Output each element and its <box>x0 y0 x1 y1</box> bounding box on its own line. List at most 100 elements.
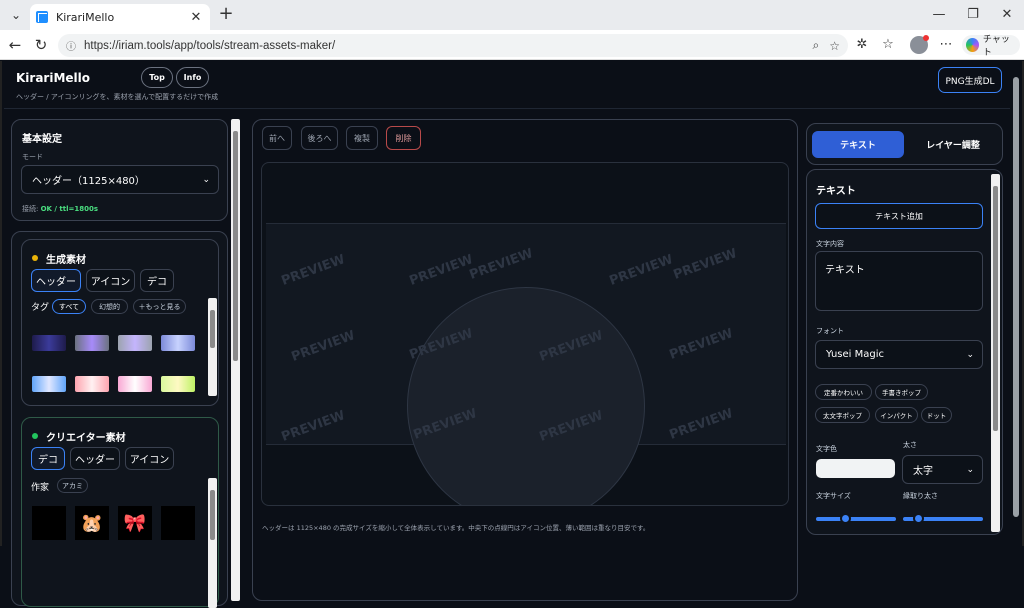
png-download-button[interactable]: PNG生成DL <box>938 67 1002 93</box>
close-tab-icon[interactable]: ✕ <box>188 10 204 25</box>
basic-settings-panel: 基本設定 モード ヘッダー（1125×480） ⌄ 接続: OK / ttl=1… <box>11 119 228 221</box>
tag-all[interactable]: すべて <box>52 299 86 314</box>
assets-panel: 生成素材 ヘッダー アイコン デコ タグ すべて 幻想的 ＋もっと見る クリエイ… <box>11 231 228 608</box>
generated-title: 生成素材 <box>46 255 86 266</box>
creator-scrollbar[interactable] <box>208 478 217 608</box>
right-tab-bar: テキスト レイヤー調整 <box>806 123 1003 165</box>
connection-status: 接続: OK / ttl=1800s <box>22 204 98 214</box>
restore-icon[interactable]: ❐ <box>956 0 990 30</box>
status-value: OK / ttl=1800s <box>40 205 99 213</box>
font-size-slider[interactable] <box>816 513 896 524</box>
tab-title: KirariMello <box>56 10 115 24</box>
tab-actions-menu-icon[interactable]: ⌄ <box>5 4 27 26</box>
creator-dot-icon <box>32 433 38 439</box>
creator-tab-header[interactable]: ヘッダー <box>70 447 120 470</box>
app-subtitle: ヘッダー / アイコンリングを、素材を選んで配置するだけで作成 <box>16 93 219 101</box>
creator-tab-deco[interactable]: デコ <box>31 447 65 470</box>
tab-text[interactable]: テキスト <box>812 131 904 158</box>
stroke-slider-thumb[interactable] <box>913 513 925 524</box>
stroke-slider[interactable] <box>903 513 983 524</box>
site-favicon-icon <box>36 11 48 23</box>
mode-select[interactable]: ヘッダー（1125×480） ⌄ <box>21 165 219 194</box>
editor-panel: 前へ 後ろへ 複製 削除 PREVIEW PREVIEW PREVIEW PRE… <box>252 119 798 601</box>
text-panel-scrollbar[interactable] <box>991 174 1000 532</box>
browser-window: ⌄ KirariMello ✕ + — ❐ ✕ ← ↻ ⓘ https://ir… <box>0 0 1024 608</box>
asset-thumb[interactable] <box>32 376 66 392</box>
favorites-icon[interactable]: ☆ <box>878 35 898 55</box>
browser-tab[interactable]: KirariMello ✕ <box>30 4 210 30</box>
nav-info-button[interactable]: Info <box>176 67 209 88</box>
address-bar[interactable]: ⓘ https://iriam.tools/app/tools/stream-a… <box>58 34 848 57</box>
new-tab-button[interactable]: + <box>216 3 236 25</box>
status-prefix: 接続: <box>22 205 39 213</box>
asset-thumb[interactable] <box>75 335 109 351</box>
deco-cloud-icon[interactable]: ☁ <box>161 506 195 540</box>
add-text-button[interactable]: テキスト追加 <box>815 203 983 229</box>
chevron-down-icon: ⌄ <box>966 349 974 360</box>
back-icon[interactable]: ← <box>5 35 25 55</box>
author-label: 作家 <box>31 483 50 493</box>
generated-tab-header[interactable]: ヘッダー <box>31 269 81 292</box>
close-window-icon[interactable]: ✕ <box>990 0 1024 30</box>
mode-select-value: ヘッダー（1125×480） <box>32 176 145 187</box>
tab-layer-adjust[interactable]: レイヤー調整 <box>907 131 999 158</box>
nav-top-button[interactable]: Top <box>141 67 173 88</box>
text-content-input[interactable]: テキスト <box>815 251 983 311</box>
creator-title: クリエイター素材 <box>46 433 126 444</box>
text-color-swatch[interactable] <box>816 459 895 478</box>
move-backward-button[interactable]: 後ろへ <box>301 126 338 150</box>
font-select[interactable]: Yusei Magic ⌄ <box>815 340 983 369</box>
font-size-slider-thumb[interactable] <box>840 513 852 524</box>
font-select-value: Yusei Magic <box>826 349 884 360</box>
url-text[interactable]: https://iriam.tools/app/tools/stream-ass… <box>84 40 803 52</box>
asset-thumb[interactable] <box>161 335 195 351</box>
font-preset-dot[interactable]: ドット <box>921 407 952 423</box>
asset-thumb[interactable] <box>161 376 195 392</box>
delete-button[interactable]: 削除 <box>386 126 421 150</box>
font-label: フォント <box>816 327 844 335</box>
font-preset-cute[interactable]: 定番かわいい <box>815 384 872 400</box>
asset-thumb[interactable] <box>118 376 152 392</box>
generated-tab-deco[interactable]: デコ <box>140 269 174 292</box>
generated-scrollbar[interactable] <box>208 298 217 396</box>
preview-canvas[interactable]: PREVIEW PREVIEW PREVIEW PREVIEW PREVIEW … <box>261 162 789 506</box>
text-color-label: 文字色 <box>816 445 837 453</box>
more-menu-icon[interactable]: ⋯ <box>936 35 956 55</box>
profile-avatar[interactable] <box>910 35 929 54</box>
minimize-icon[interactable]: — <box>922 0 956 30</box>
asset-thumb[interactable] <box>75 376 109 392</box>
page-scrollbar[interactable] <box>1010 61 1022 546</box>
tag-label: タグ <box>31 303 50 313</box>
generated-tab-icon[interactable]: アイコン <box>86 269 135 292</box>
deco-gift-icon[interactable]: 🎀 <box>118 506 152 540</box>
font-preset-bold-pop[interactable]: 太文字ポップ <box>815 407 870 423</box>
tag-fantasy[interactable]: 幻想的 <box>91 299 128 314</box>
site-info-icon[interactable]: ⓘ <box>66 38 76 53</box>
favorite-star-icon[interactable]: ☆ <box>829 39 840 53</box>
weight-select[interactable]: 太字 ⌄ <box>902 455 983 484</box>
creator-tab-icon[interactable]: アイコン <box>125 447 174 470</box>
preview-caption: ヘッダーは 1125×480 の完成サイズを縮小して全体表示しています。中央下の… <box>262 524 650 532</box>
creator-assets-card: クリエイター素材 デコ ヘッダー アイコン 作家 アカミ ☂ 🐹 🎀 ☁ <box>21 417 219 608</box>
duplicate-button[interactable]: 複製 <box>346 126 378 150</box>
font-preset-handwritten[interactable]: 手書きポップ <box>875 384 928 400</box>
copilot-label: チャット <box>982 35 1010 58</box>
tag-more[interactable]: ＋もっと見る <box>133 299 186 314</box>
zoom-icon[interactable]: ⌕ <box>813 38 820 53</box>
text-section-title: テキスト <box>816 186 856 197</box>
asset-thumb[interactable] <box>118 335 152 351</box>
refresh-icon[interactable]: ↻ <box>31 35 51 55</box>
left-column-scrollbar[interactable] <box>231 119 240 601</box>
copilot-icon <box>966 38 979 52</box>
chevron-down-icon: ⌄ <box>966 464 974 475</box>
weight-select-value: 太字 <box>913 466 933 477</box>
copilot-button[interactable]: チャット <box>962 35 1020 58</box>
move-forward-button[interactable]: 前へ <box>262 126 292 150</box>
deco-umbrella-icon[interactable]: ☂ <box>32 506 66 540</box>
deco-character-icon[interactable]: 🐹 <box>75 506 109 540</box>
extensions-icon[interactable]: ✲ <box>852 35 872 55</box>
author-tag[interactable]: アカミ <box>57 478 88 493</box>
app-brand[interactable]: KirariMello <box>16 71 90 85</box>
asset-thumb[interactable] <box>32 335 66 351</box>
font-preset-impact[interactable]: インパクト <box>875 407 918 423</box>
